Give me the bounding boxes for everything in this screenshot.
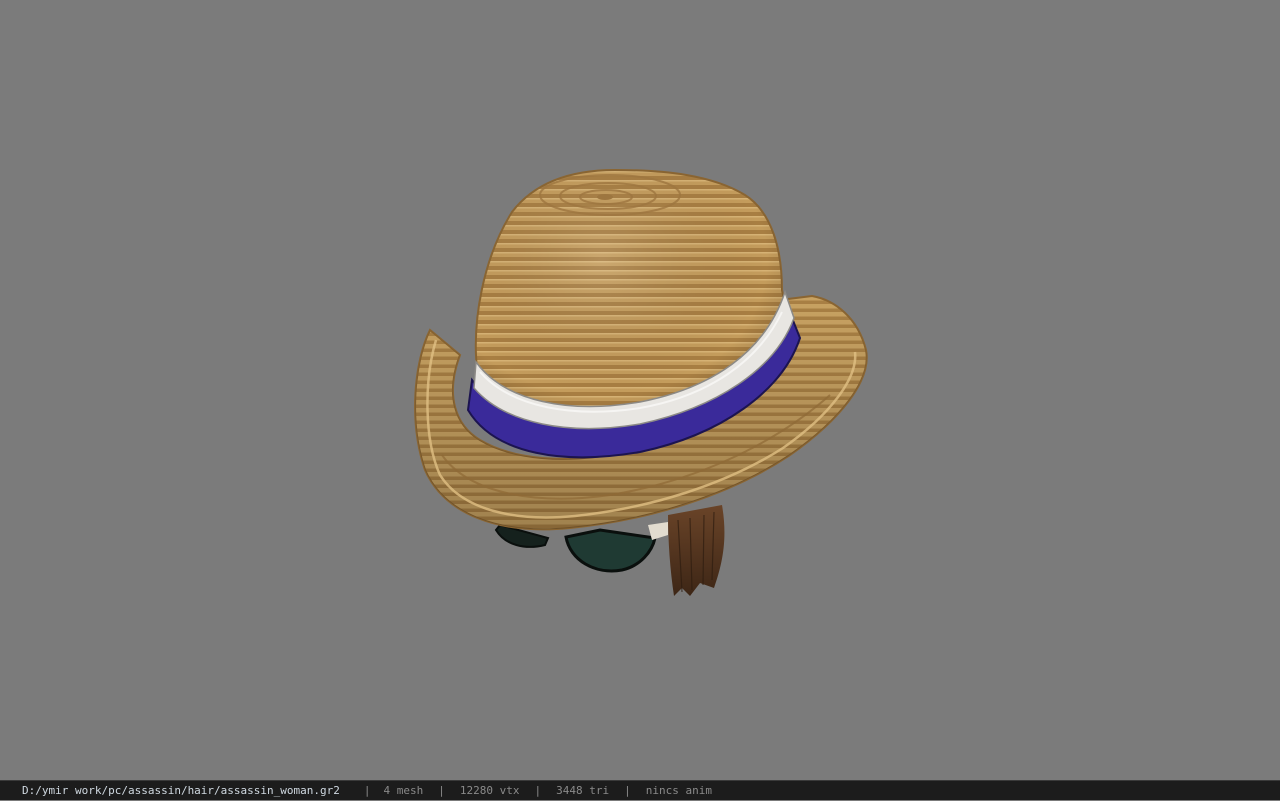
status-separator: | [624,783,631,797]
triangle-count-label: 3448 tri [556,783,610,797]
status-separator: | [438,783,445,797]
hat-model-render[interactable] [0,0,1280,780]
hair-mesh [668,505,725,596]
status-separator: | [534,783,542,797]
animation-status-label: nincs anim [645,783,712,797]
vertex-count-label: 12280 vtx [459,783,520,797]
status-bar: D:/ymir work/pc/assassin/hair/assassin_w… [0,780,1280,800]
model-viewport[interactable] [0,0,1280,780]
mesh-count-label: 4 mesh [383,783,424,797]
file-path-label: D:/ymir work/pc/assassin/hair/assassin_w… [22,783,340,797]
status-separator: | [363,783,371,797]
